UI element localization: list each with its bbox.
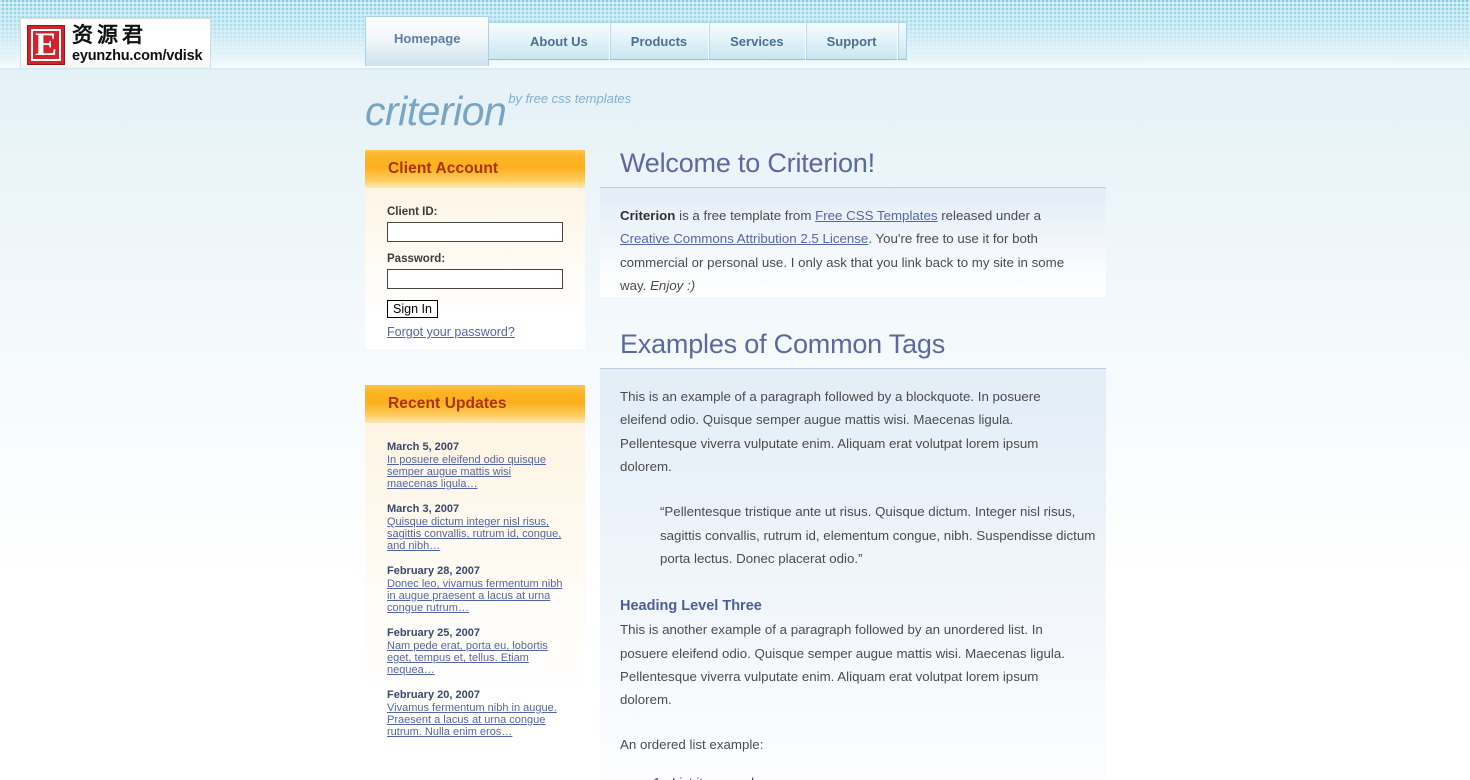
list-item: February 28, 2007 Donec leo, vivamus fer… [387, 565, 563, 614]
welcome-text-1: is a free template from [675, 208, 816, 223]
examples-paragraph-1: This is an example of a paragraph follow… [620, 389, 1041, 475]
client-account-header: Client Account [365, 150, 585, 188]
welcome-text-2: released under a [937, 208, 1042, 223]
main-content: Welcome to Criterion! Criterion is a fre… [600, 148, 1106, 780]
update-date: February 20, 2007 [387, 689, 480, 701]
client-id-input[interactable] [387, 222, 563, 242]
free-css-templates-link[interactable]: Free CSS Templates [815, 208, 937, 223]
password-label: Password: [387, 253, 446, 265]
recent-updates-body: March 5, 2007 In posuere eleifend odio q… [365, 423, 585, 761]
site-title: criterion [365, 88, 507, 134]
welcome-body: Criterion is a free template from Free C… [600, 188, 1106, 298]
examples-body: This is an example of a paragraph follow… [600, 369, 1106, 780]
creative-commons-license-link[interactable]: Creative Commons Attribution 2.5 License [620, 231, 868, 246]
update-link[interactable]: Quisque dictum integer nisl risus, sagit… [387, 516, 563, 552]
update-date: February 25, 2007 [387, 627, 480, 639]
logo-chinese-name: 资源君 [72, 23, 147, 48]
site-tagline: by free css templates [508, 91, 632, 106]
nav-tab-support[interactable]: Support [806, 22, 899, 60]
client-id-label: Client ID: [387, 206, 438, 218]
nav-tab-services[interactable]: Services [709, 22, 806, 60]
update-date: February 28, 2007 [387, 565, 480, 577]
recent-updates-header: Recent Updates [365, 385, 585, 423]
examples-ordered-list: List item number one List item number tw… [620, 771, 1086, 780]
page-root: E 资源君 eyunzhu.com/vdisk Homepage About U… [0, 0, 1470, 780]
logo-text: 资源君 eyunzhu.com/vdisk [72, 23, 203, 65]
logo-mark-icon: E [27, 24, 65, 65]
welcome-enjoy: Enjoy :) [650, 277, 696, 293]
recent-updates-title: Recent Updates [388, 395, 507, 412]
update-link[interactable]: Donec leo, vivamus fermentum nibh in aug… [387, 578, 563, 614]
main-navigation: Homepage About Us Products Services Supp… [365, 16, 899, 66]
heading-level-three: Heading Level Three [620, 598, 762, 615]
examples-paragraph-2: This is another example of a paragraph f… [620, 622, 1065, 708]
site-header: E 资源君 eyunzhu.com/vdisk Homepage About U… [0, 0, 1470, 70]
list-item: February 20, 2007 Vivamus fermentum nibh… [387, 689, 563, 738]
list-item: March 3, 2007 Quisque dictum integer nis… [387, 503, 563, 552]
logo-url: eyunzhu.com/vdisk [72, 48, 203, 65]
nav-tab-products[interactable]: Products [610, 22, 710, 60]
password-input[interactable] [387, 269, 563, 289]
sign-in-button[interactable]: Sign In [387, 300, 438, 318]
examples-section: Examples of Common Tags This is an examp… [600, 329, 1106, 780]
welcome-paragraph: Criterion is a free template from Free C… [620, 204, 1086, 297]
site-logo[interactable]: E 资源君 eyunzhu.com/vdisk [20, 18, 211, 70]
client-account-body: Client ID: Password: Sign In Forgot your… [365, 188, 585, 349]
update-date: March 3, 2007 [387, 503, 460, 515]
ordered-list-intro: An ordered list example: [620, 737, 764, 753]
examples-blockquote: “Pellentesque tristique ante ut risus. Q… [660, 504, 1096, 566]
update-link[interactable]: Vivamus fermentum nibh in augue. Praesen… [387, 702, 563, 738]
update-link[interactable]: In posuere eleifend odio quisque semper … [387, 454, 563, 490]
site-title-block: criterion by free css templates [365, 88, 631, 134]
update-date: March 5, 2007 [387, 441, 460, 453]
welcome-strong: Criterion [620, 208, 676, 223]
examples-heading: Examples of Common Tags [620, 329, 946, 360]
client-account-box: Client Account Client ID: Password: Sign… [365, 150, 585, 349]
client-account-title: Client Account [388, 160, 499, 177]
list-item: February 25, 2007 Nam pede erat, porta e… [387, 627, 563, 676]
welcome-section: Welcome to Criterion! Criterion is a fre… [600, 148, 1106, 298]
logo-mark-letter: E [34, 26, 57, 63]
nav-tab-about-us[interactable]: About Us [509, 22, 610, 60]
list-item: List item number one [668, 771, 1086, 780]
forgot-password-link[interactable]: Forgot your password? [387, 325, 563, 339]
list-item: March 5, 2007 In posuere eleifend odio q… [387, 441, 563, 490]
sidebar: Client Account Client ID: Password: Sign… [365, 150, 585, 780]
recent-updates-box: Recent Updates March 5, 2007 In posuere … [365, 385, 585, 761]
update-link[interactable]: Nam pede erat, porta eu, lobortis eget, … [387, 640, 563, 676]
welcome-heading: Welcome to Criterion! [620, 148, 875, 178]
nav-tab-homepage[interactable]: Homepage [365, 16, 490, 66]
